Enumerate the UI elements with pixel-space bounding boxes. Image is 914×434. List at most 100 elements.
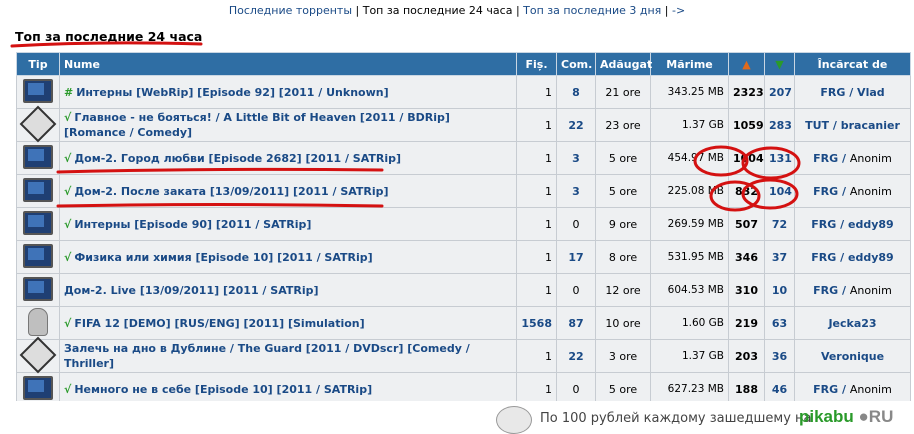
uploader-cell[interactable]: FRG / Anonim [794,141,911,175]
tv-icon[interactable] [23,177,53,202]
torrent-name-cell[interactable]: √ FIFA 12 [DEMO] [RUS/ENG] [2011] [Simula… [59,306,517,340]
uploader-link[interactable]: FRG / Anonim [813,185,892,198]
comments-count[interactable]: 17 [556,240,596,274]
tv-icon[interactable] [23,210,53,235]
tv-icon[interactable] [23,78,53,103]
col-size[interactable]: Mărime [650,52,729,76]
uploader-cell[interactable]: FRG / Anonim [794,273,911,307]
col-leechers[interactable]: ▼ [764,52,795,76]
uploader-cell[interactable]: FRG / eddy89 [794,240,911,274]
leechers-count[interactable]: 63 [764,306,795,340]
link-top-3-days[interactable]: Топ за последние 3 дня [523,4,661,17]
table-row: √ Дом-2. После заката [13/09/2011] [2011 … [16,174,911,208]
files-count[interactable]: 1568 [516,306,557,340]
link-more[interactable]: -> [672,4,685,17]
col-seeders[interactable]: ▲ [728,52,765,76]
uploader-link[interactable]: FRG / eddy89 [811,218,893,231]
uploader-cell[interactable]: Veronique [794,339,911,373]
table-row: √ FIFA 12 [DEMO] [RUS/ENG] [2011] [Simula… [16,306,911,340]
torrent-name-cell[interactable]: √ Дом-2. Город любви [Episode 2682] [2011… [59,141,517,175]
torrent-name-link[interactable]: Интерны [Episode 90] [2011 / SATRip] [74,218,311,231]
leechers-count[interactable]: 283 [764,108,795,142]
torrent-name-cell[interactable]: √ Дом-2. После заката [13/09/2011] [2011 … [59,174,517,208]
category-cell[interactable] [16,240,60,274]
category-cell[interactable] [16,306,60,340]
col-added[interactable]: Adăugat [595,52,652,76]
torrent-name-link[interactable]: FIFA 12 [DEMO] [RUS/ENG] [2011] [Simulat… [74,317,364,330]
uploader-link[interactable]: FRG / Anonim [813,383,892,396]
uploader-cell[interactable]: Jecka23 [794,306,911,340]
dvd-icon[interactable] [19,105,57,142]
leechers-count[interactable]: 72 [764,207,795,241]
seeders-count: 346 [728,240,765,274]
leechers-count[interactable]: 37 [764,240,795,274]
uploader-cell[interactable]: FRG / Vlad [794,75,911,109]
trollface-icon [496,406,532,434]
torrent-name-cell[interactable]: Залечь на дно в Дублине / The Guard [201… [59,339,517,373]
torrent-name-link[interactable]: Интерны [WebRip] [Episode 92] [2011 / Un… [76,86,388,99]
category-cell[interactable] [16,336,60,373]
uploader-link[interactable]: FRG / Anonim [813,152,892,165]
files-count: 1 [516,174,557,208]
torrent-name-cell[interactable]: √ Главное - не бояться! / A Little Bit of… [59,108,517,142]
uploader-link[interactable]: Veronique [821,350,884,363]
gamepad-icon[interactable] [28,307,48,336]
table-row: Дом-2. Live [13/09/2011] [2011 / SATRip]… [16,273,911,307]
tv-icon[interactable] [23,375,53,400]
torrent-name-link[interactable]: Дом-2. Город любви [Episode 2682] [2011 … [74,152,401,165]
category-cell[interactable] [16,174,60,208]
uploader-link[interactable]: FRG / eddy89 [811,251,893,264]
files-count: 1 [516,207,557,241]
tv-icon[interactable] [23,243,53,268]
tv-icon[interactable] [23,144,53,169]
seeders-count: 832 [728,174,765,208]
uploader-link[interactable]: TUT / bracanier [805,119,900,132]
torrent-name-cell[interactable]: Дом-2. Live [13/09/2011] [2011 / SATRip] [59,273,517,307]
verified-check-icon: √ [64,217,72,231]
comments-count[interactable]: 3 [556,141,596,175]
seeders-count: 1059 [728,108,765,142]
leechers-count[interactable]: 36 [764,339,795,373]
uploader-link[interactable]: Jecka23 [828,317,876,330]
uploader-link[interactable]: FRG / Vlad [820,86,884,99]
added-time: 5 ore [595,174,651,208]
comments-count[interactable]: 22 [556,108,596,142]
torrent-name-link[interactable]: Залечь на дно в Дублине / The Guard [201… [64,342,470,370]
nav-separator: | [661,4,672,17]
leechers-count[interactable]: 131 [764,141,795,175]
uploader-cell[interactable]: TUT / bracanier [794,108,911,142]
comments-count[interactable]: 3 [556,174,596,208]
dvd-icon[interactable] [19,336,57,373]
col-uploader[interactable]: Încărcat de [794,52,911,76]
size-value: 343.25 MB [650,75,729,109]
torrent-name-link[interactable]: Немного не в себе [Episode 10] [2011 / S… [74,383,372,396]
col-files[interactable]: Fiș. [516,52,557,76]
uploader-cell[interactable]: FRG / eddy89 [794,207,911,241]
torrent-name-link[interactable]: Дом-2. После заката [13/09/2011] [2011 /… [74,185,388,198]
category-cell[interactable] [16,105,60,142]
leechers-count[interactable]: 10 [764,273,795,307]
leechers-count[interactable]: 104 [764,174,795,208]
leechers-count[interactable]: 207 [764,75,795,109]
col-name[interactable]: Nume [59,52,517,76]
torrent-name-link[interactable]: Главное - не бояться! / A Little Bit of … [64,111,450,139]
tv-icon[interactable] [23,276,53,301]
comments-count[interactable]: 87 [556,306,596,340]
category-cell[interactable] [16,273,60,307]
torrent-name-cell[interactable]: √ Интерны [Episode 90] [2011 / SATRip] [59,207,517,241]
category-cell[interactable] [16,75,60,109]
size-value: 1.37 GB [650,339,729,373]
category-cell[interactable] [16,141,60,175]
torrent-name-link[interactable]: Дом-2. Live [13/09/2011] [2011 / SATRip] [64,284,319,297]
comments-count[interactable]: 8 [556,75,596,109]
col-comments[interactable]: Com. [556,52,596,76]
link-latest-torrents[interactable]: Последние торренты [229,4,352,17]
comments-count[interactable]: 22 [556,339,596,373]
torrent-name-cell[interactable]: √ Физика или химия [Episode 10] [2011 / S… [59,240,517,274]
uploader-cell[interactable]: FRG / Anonim [794,174,911,208]
torrent-name-cell[interactable]: # Интерны [WebRip] [Episode 92] [2011 / U… [59,75,517,109]
uploader-link[interactable]: FRG / Anonim [813,284,892,297]
category-cell[interactable] [16,207,60,241]
col-tip[interactable]: Tip [16,52,60,76]
torrent-name-link[interactable]: Физика или химия [Episode 10] [2011 / SA… [74,251,372,264]
